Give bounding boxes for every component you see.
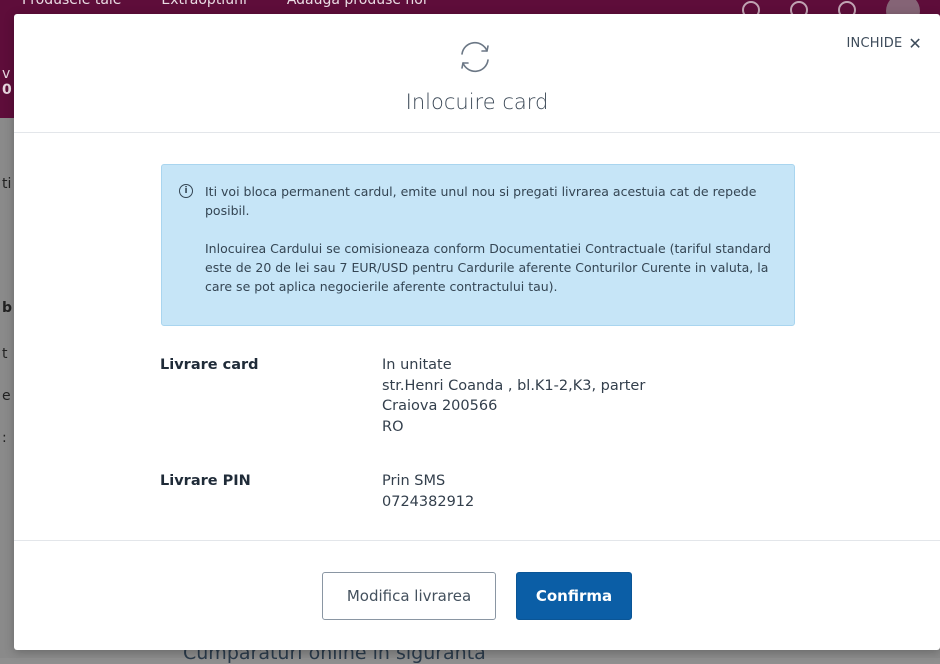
- card-delivery-label: Livrare card: [160, 357, 259, 373]
- background-fragment: :: [2, 430, 7, 446]
- confirm-button[interactable]: Confirma: [516, 572, 632, 620]
- close-icon: ✕: [908, 34, 922, 53]
- info-notice: i Iti voi bloca permanent cardul, emite …: [161, 164, 795, 326]
- background-fragment: ti: [2, 176, 12, 192]
- info-icon: i: [179, 184, 193, 198]
- pin-delivery-method: Prin SMS: [382, 473, 446, 489]
- close-label: INCHIDE: [846, 36, 903, 51]
- pin-delivery-phone: 0724382912: [382, 493, 475, 510]
- info-text-block: Iti voi bloca permanent cardul, emite un…: [205, 184, 757, 218]
- card-delivery-country: RO: [382, 418, 404, 435]
- card-delivery-value: In unitate str.Henri Coanda , bl.K1-2,K3…: [382, 355, 802, 437]
- card-delivery-method: In unitate: [382, 357, 452, 373]
- replace-card-dialog: INCHIDE ✕ Inlocuire card i Iti voi bloca…: [14, 14, 940, 650]
- info-text-fee: Inlocuirea Cardului se comisioneaza conf…: [205, 241, 771, 294]
- card-delivery-city: Craiova 200566: [382, 398, 498, 414]
- nav-item-add-products[interactable]: Adauga produse noi: [287, 0, 427, 10]
- close-button[interactable]: INCHIDE ✕: [846, 34, 922, 53]
- background-fragment: t: [2, 346, 8, 362]
- pin-delivery-value: Prin SMS 0724382912: [382, 471, 802, 512]
- background-fragment: e: [2, 388, 11, 404]
- background-fragment: 0: [2, 82, 12, 98]
- background-nav: Produsele tale Extraoptiuni Adauga produ…: [22, 0, 427, 10]
- nav-item-extraoptions[interactable]: Extraoptiuni: [161, 0, 246, 10]
- pin-delivery-label: Livrare PIN: [160, 473, 251, 489]
- refresh-icon: [461, 41, 489, 73]
- nav-item-products[interactable]: Produsele tale: [22, 0, 121, 10]
- background-fragment: b: [2, 300, 13, 316]
- footer-divider: [14, 540, 940, 541]
- modify-delivery-button[interactable]: Modifica livrarea: [322, 572, 496, 620]
- background-fragment: v: [2, 66, 11, 82]
- card-delivery-street: str.Henri Coanda , bl.K1-2,K3, parter: [382, 377, 646, 394]
- dialog-title: Inlocuire card: [405, 90, 549, 114]
- header-divider: [14, 132, 940, 133]
